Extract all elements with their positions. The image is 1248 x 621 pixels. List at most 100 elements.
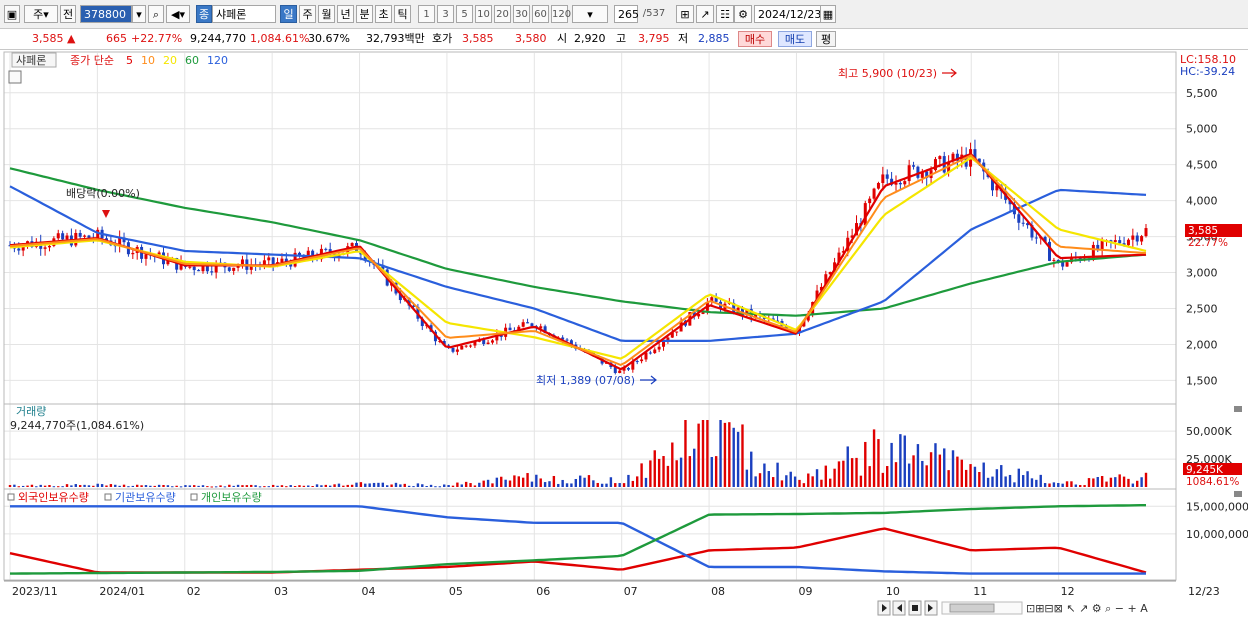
candle-body bbox=[508, 327, 512, 331]
eval-button[interactable]: 평 bbox=[816, 31, 836, 47]
sell-button[interactable]: 매도 bbox=[778, 31, 812, 47]
volume-ratio: 1,084.61% bbox=[250, 32, 310, 45]
candle-body bbox=[907, 165, 911, 182]
interval-tab-20[interactable]: 20 bbox=[494, 5, 511, 23]
candle-body bbox=[144, 254, 148, 259]
volume-bar bbox=[1039, 474, 1042, 487]
volume-bar bbox=[982, 462, 985, 487]
volume-bar bbox=[517, 476, 520, 487]
volume-bar bbox=[1140, 477, 1143, 487]
interval-tab-60[interactable]: 60 bbox=[532, 5, 549, 23]
period-tab-1[interactable]: 주 bbox=[299, 5, 316, 23]
volume-bar bbox=[206, 486, 209, 488]
period-tab-6[interactable]: 틱 bbox=[394, 5, 411, 23]
stock-name-field[interactable]: 샤페론 bbox=[212, 5, 276, 23]
x-tick-label: 03 bbox=[274, 585, 288, 598]
speaker-icon[interactable]: ◀▾ bbox=[166, 5, 190, 23]
current-price: 3,585 bbox=[32, 32, 64, 45]
volume-bar bbox=[640, 463, 643, 487]
menu-icon[interactable]: ▣ bbox=[4, 5, 20, 23]
interval-tab-10[interactable]: 10 bbox=[475, 5, 492, 23]
volume-value: 9,244,770 bbox=[190, 32, 246, 45]
volume-bar bbox=[956, 456, 959, 487]
open-price: 2,920 bbox=[574, 32, 606, 45]
buy-button[interactable]: 매수 bbox=[738, 31, 772, 47]
candle-body bbox=[1144, 228, 1148, 237]
search-icon[interactable]: ⌕ bbox=[148, 5, 164, 23]
volume-bar bbox=[1052, 482, 1056, 487]
volume-bar bbox=[925, 465, 928, 487]
count-input[interactable]: 265 bbox=[614, 5, 639, 23]
volume-bar bbox=[52, 486, 56, 488]
volume-bar bbox=[30, 484, 34, 487]
market-scope-select[interactable]: 전 bbox=[60, 5, 76, 23]
volume-bar bbox=[1070, 481, 1073, 487]
compare-icon[interactable]: ⊞ bbox=[676, 5, 694, 23]
volume-bar bbox=[1144, 472, 1148, 487]
table-toggle-icon[interactable] bbox=[8, 70, 22, 84]
volume-bar bbox=[342, 485, 345, 487]
scroll-controls: ⊡⊞⊟⊠ ↖ ↗ ⚙ ⌕ − + A bbox=[877, 600, 1148, 616]
volume-bar bbox=[236, 484, 240, 487]
volume-bar bbox=[526, 473, 529, 487]
candle-body bbox=[675, 331, 679, 333]
table-icon[interactable]: ☷ bbox=[716, 5, 734, 23]
volume-panel-close-icon[interactable] bbox=[1234, 406, 1242, 412]
volume-bar bbox=[35, 486, 38, 488]
volume-bar bbox=[57, 486, 60, 488]
interval-tab-3[interactable]: 3 bbox=[437, 5, 454, 23]
draw-line-icon[interactable]: ↗ bbox=[696, 5, 714, 23]
volume-bar bbox=[916, 444, 920, 487]
interval-tab-120[interactable]: 120 bbox=[551, 5, 571, 23]
candle-body bbox=[881, 174, 885, 183]
scrollbar-thumb[interactable] bbox=[949, 603, 995, 613]
volume-bar bbox=[451, 485, 455, 487]
interval-custom-select[interactable]: ▾ bbox=[572, 5, 608, 23]
volume-bar bbox=[214, 486, 218, 488]
ma-legend-item: 120 bbox=[207, 54, 228, 67]
volume-bar bbox=[995, 469, 999, 487]
stock-code-input[interactable]: 378800 bbox=[80, 5, 132, 23]
candle-body bbox=[210, 271, 214, 273]
candle-body bbox=[1065, 262, 1069, 267]
volume-bar bbox=[469, 483, 472, 487]
code-dropdown-icon[interactable]: ▾ bbox=[132, 5, 146, 23]
low-annotation: 최저 1,389 (07/08) bbox=[536, 374, 635, 387]
date-input[interactable]: 2024/12/23 bbox=[754, 5, 822, 23]
volume-bar bbox=[1105, 481, 1108, 487]
volume-bar bbox=[1000, 465, 1003, 487]
volume-bar bbox=[320, 485, 323, 487]
volume-bar bbox=[701, 420, 705, 487]
gear-icon[interactable]: ⚙ bbox=[734, 5, 752, 23]
trade-amount: 32,793백만 bbox=[366, 32, 425, 45]
volume-bar bbox=[434, 486, 437, 488]
period-tab-0[interactable]: 일 bbox=[280, 5, 297, 23]
drawing-tools-icons[interactable]: ⊡⊞⊟⊠ ↖ ↗ ⚙ ⌕ − + A bbox=[1026, 602, 1148, 615]
volume-bar bbox=[201, 485, 205, 487]
volume-bar bbox=[776, 462, 779, 487]
interval-tab-1[interactable]: 1 bbox=[418, 5, 435, 23]
volume-bar bbox=[671, 442, 674, 487]
volume-bar bbox=[561, 479, 564, 487]
period-tab-3[interactable]: 년 bbox=[337, 5, 354, 23]
calendar-icon[interactable]: ▦ bbox=[820, 5, 836, 23]
holding-panel-close-icon[interactable] bbox=[1234, 491, 1242, 497]
volume-bar bbox=[820, 479, 823, 487]
interval-tab-30[interactable]: 30 bbox=[513, 5, 530, 23]
volume-bar bbox=[258, 486, 262, 488]
volume-bar bbox=[535, 474, 538, 487]
x-tick-label: 11 bbox=[973, 585, 987, 598]
volume-bar bbox=[943, 448, 946, 487]
period-tab-2[interactable]: 월 bbox=[318, 5, 335, 23]
market-kind-select[interactable]: 주▾ bbox=[24, 5, 58, 23]
interval-tab-5[interactable]: 5 bbox=[456, 5, 473, 23]
candle-body bbox=[1052, 259, 1056, 261]
volume-pct-tag-text: 1084.61% bbox=[1186, 476, 1239, 488]
volume-bar bbox=[486, 479, 490, 487]
period-tab-5[interactable]: 초 bbox=[375, 5, 392, 23]
volume-bar bbox=[293, 485, 297, 487]
ma-legend-item: 60 bbox=[185, 54, 199, 67]
x-tick-label: 2024/01 bbox=[99, 585, 145, 598]
period-tab-4[interactable]: 분 bbox=[356, 5, 373, 23]
stock-chart[interactable]: 샤페론 종가 단순 5 10 20 60 120 LC:158.10 HC:-39.24… bbox=[0, 50, 1248, 621]
